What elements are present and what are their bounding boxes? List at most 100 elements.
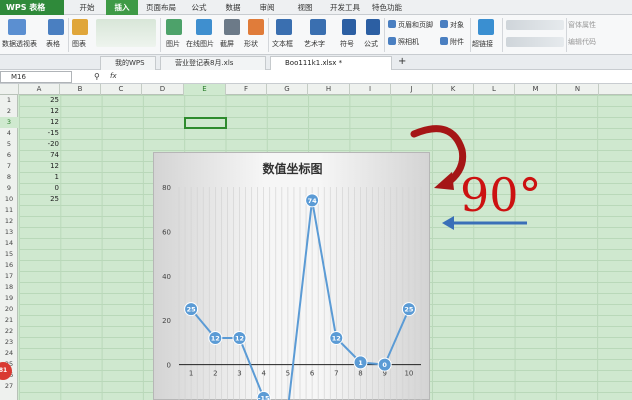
menu-developer[interactable]: 开发工具 <box>326 0 364 15</box>
fx-icon[interactable]: fx <box>110 72 117 80</box>
add-tab-button[interactable]: + <box>398 56 406 67</box>
menu-review[interactable]: 审阅 <box>252 0 282 15</box>
textbox-icon[interactable] <box>276 19 292 35</box>
column-header[interactable]: L <box>474 84 515 95</box>
column-header[interactable]: F <box>226 84 267 95</box>
control-properties-button[interactable]: 窗体属性 <box>568 20 596 30</box>
symbol-icon[interactable] <box>342 19 356 35</box>
column-header[interactable]: A <box>19 84 60 95</box>
row-header[interactable]: 8 <box>0 172 18 183</box>
menu-special[interactable]: 特色功能 <box>368 0 406 15</box>
tab-book1[interactable]: Boo111k1.xlsx * <box>270 56 392 70</box>
column-header[interactable]: K <box>433 84 474 95</box>
wordart-icon[interactable] <box>310 19 326 35</box>
camera-button[interactable]: 照相机 <box>398 37 419 47</box>
cell-a5[interactable]: -20 <box>19 139 59 150</box>
active-cell-selection[interactable] <box>184 117 227 129</box>
column-header[interactable]: I <box>350 84 391 95</box>
tab-my-wps[interactable]: 我的WPS <box>100 56 156 70</box>
row-header[interactable]: 24 <box>0 348 18 359</box>
row-header[interactable]: 19 <box>0 293 18 304</box>
cell-a6[interactable]: 74 <box>19 150 59 161</box>
row-header[interactable]: 22 <box>0 326 18 337</box>
cell-a8[interactable]: 1 <box>19 172 59 183</box>
shape-icon[interactable] <box>248 19 264 35</box>
row-header[interactable]: 3 <box>0 117 18 128</box>
screenshot-button[interactable]: 截屏 <box>220 39 234 49</box>
form-controls-icon[interactable] <box>506 20 564 30</box>
row-header[interactable]: 20 <box>0 304 18 315</box>
row-header[interactable]: 16 <box>0 260 18 271</box>
column-header[interactable]: E <box>184 84 226 95</box>
hyperlink-button[interactable]: 超链接 <box>472 39 493 49</box>
line-chart[interactable]: 数值坐标图 806040200-2012345678910251212-15-2… <box>153 152 430 400</box>
menu-data[interactable]: 数据 <box>218 0 248 15</box>
row-header[interactable]: 15 <box>0 249 18 260</box>
menu-view[interactable]: 视图 <box>290 0 320 15</box>
formula-input[interactable] <box>126 71 632 83</box>
equation-button[interactable]: 公式 <box>364 39 378 49</box>
row-header[interactable]: 2 <box>0 106 18 117</box>
row-header[interactable]: 14 <box>0 238 18 249</box>
camera-icon[interactable] <box>388 37 396 45</box>
shape-button[interactable]: 形状 <box>244 39 258 49</box>
app-logo[interactable]: WPS 表格 <box>0 0 64 15</box>
row-header[interactable]: 13 <box>0 227 18 238</box>
cell-a10[interactable]: 25 <box>19 194 59 205</box>
table-icon[interactable] <box>48 19 64 35</box>
row-header[interactable]: 10 <box>0 194 18 205</box>
picture-icon[interactable] <box>166 19 182 35</box>
picture-button[interactable]: 图片 <box>166 39 180 49</box>
online-picture-icon[interactable] <box>196 19 212 35</box>
column-header[interactable]: N <box>557 84 599 95</box>
equation-icon[interactable] <box>366 19 380 35</box>
object-button[interactable]: 对象 <box>450 20 464 30</box>
textbox-button[interactable]: 文本框 <box>272 39 293 49</box>
cell-a9[interactable]: 0 <box>19 183 59 194</box>
column-header[interactable]: G <box>267 84 308 95</box>
menu-formula[interactable]: 公式 <box>184 0 214 15</box>
cell-a4[interactable]: -15 <box>19 128 59 139</box>
chart-types-icon[interactable] <box>96 19 156 47</box>
row-header[interactable]: 23 <box>0 337 18 348</box>
table-button[interactable]: 表格 <box>46 39 60 49</box>
cell-a7[interactable]: 12 <box>19 161 59 172</box>
cell-a3[interactable]: 12 <box>19 117 59 128</box>
row-header[interactable]: 9 <box>0 183 18 194</box>
cell-a1[interactable]: 25 <box>19 95 59 106</box>
row-header[interactable]: 11 <box>0 205 18 216</box>
pivot-table-icon[interactable] <box>8 19 26 35</box>
chart-button[interactable]: 图表 <box>72 39 86 49</box>
hyperlink-icon[interactable] <box>478 19 494 35</box>
row-header[interactable]: 21 <box>0 315 18 326</box>
chart-icon[interactable] <box>72 19 88 35</box>
header-footer-button[interactable]: 页眉和页脚 <box>398 20 433 30</box>
menu-home[interactable]: 开始 <box>72 0 102 15</box>
row-header[interactable]: 27 <box>0 381 18 392</box>
zoom-icon[interactable]: ⚲ <box>94 72 100 81</box>
column-header[interactable]: J <box>391 84 433 95</box>
tab-business-register[interactable]: 营业登记表8月.xls <box>160 56 266 70</box>
row-header[interactable]: 7 <box>0 161 18 172</box>
row-header[interactable]: 12 <box>0 216 18 227</box>
select-all-corner[interactable] <box>0 84 19 95</box>
name-box[interactable]: M16 <box>0 71 72 83</box>
row-header[interactable]: 5 <box>0 139 18 150</box>
row-header[interactable]: 1 <box>0 95 18 106</box>
row-header[interactable]: 4 <box>0 128 18 139</box>
menu-page-layout[interactable]: 页面布局 <box>142 0 180 15</box>
form-controls-icon[interactable] <box>506 37 564 47</box>
column-header[interactable]: D <box>142 84 184 95</box>
screenshot-icon[interactable] <box>224 19 240 35</box>
row-header[interactable]: 17 <box>0 271 18 282</box>
column-header[interactable]: H <box>308 84 350 95</box>
row-header[interactable]: 18 <box>0 282 18 293</box>
header-footer-icon[interactable] <box>388 20 396 28</box>
cell-a2[interactable]: 12 <box>19 106 59 117</box>
column-header[interactable]: B <box>60 84 101 95</box>
wordart-button[interactable]: 艺术字 <box>304 39 325 49</box>
column-header[interactable]: C <box>101 84 142 95</box>
object-icon[interactable] <box>440 20 448 28</box>
row-header[interactable]: 6 <box>0 150 18 161</box>
online-picture-button[interactable]: 在线图片 <box>186 39 214 49</box>
